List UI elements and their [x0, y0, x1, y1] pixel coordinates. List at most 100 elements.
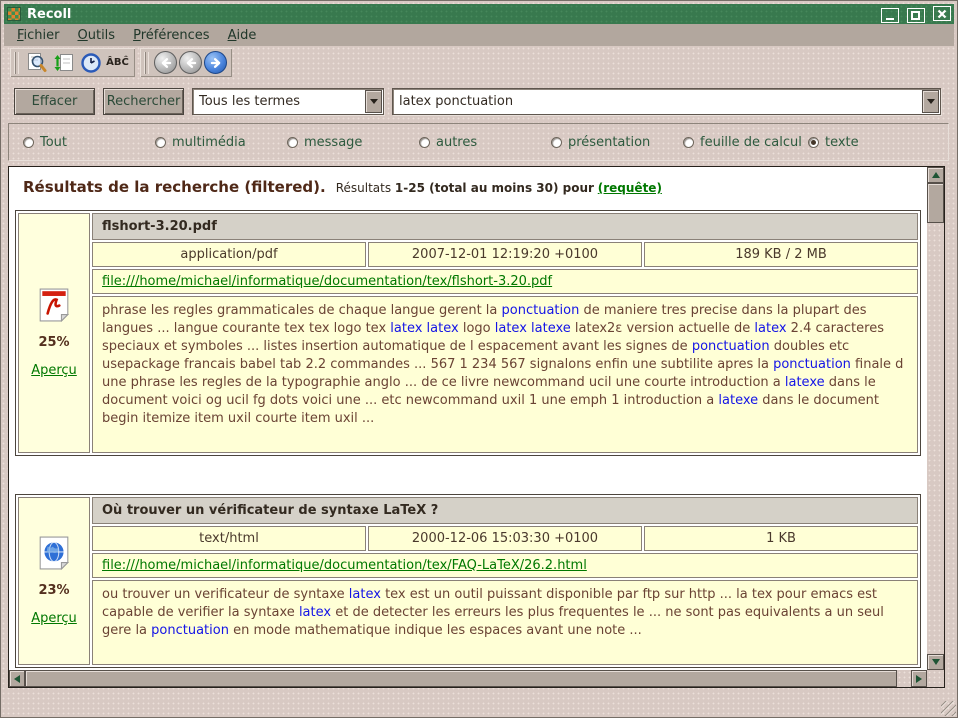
vertical-scrollbar [927, 167, 944, 670]
sort-parameters-button[interactable] [50, 50, 77, 76]
filter-label: Tout [40, 135, 67, 150]
result-snippet: ou trouver un verificateur de syntaxe la… [92, 580, 918, 665]
result-mime-type: text/html [92, 526, 366, 551]
scroll-up-button[interactable] [927, 167, 944, 183]
advanced-search-button[interactable] [23, 50, 50, 76]
document-sort-icon [53, 52, 75, 74]
minimize-button[interactable] [881, 8, 899, 23]
menu-item[interactable]: Outils [69, 26, 125, 45]
close-icon [936, 8, 948, 20]
results-frame: Résultats de la recherche (filtered).Rés… [8, 166, 945, 688]
results-list: 25% Aperçu flshort-3.20.pdf application/… [9, 210, 927, 668]
term-explorer-button[interactable]: ÂBĈ [104, 50, 131, 76]
radio-icon [287, 137, 298, 148]
result-date: 2000-12-06 15:03:30 +0100 [368, 526, 642, 551]
results-summary-prefix: Résultats [336, 181, 391, 195]
search-mode-value: Tous les termes [193, 94, 364, 109]
results-range: 1-25 (total au moins 30) pour [395, 181, 594, 195]
close-button[interactable] [933, 6, 951, 21]
filter-radio[interactable]: texte [808, 135, 859, 150]
toolbar-handle[interactable] [14, 52, 19, 74]
result-url-link[interactable]: file:///home/michael/informatique/docume… [102, 274, 552, 289]
chevron-down-icon [927, 99, 935, 104]
filter-radio[interactable]: autres [419, 135, 551, 150]
radio-icon [808, 137, 819, 148]
clear-button[interactable]: Effacer [14, 88, 95, 115]
menu-label: ide [236, 28, 256, 43]
filter-bar: Tout multimédia message autres présentat… [8, 123, 949, 161]
preview-link[interactable]: Aperçu [31, 611, 77, 626]
filter-radio[interactable]: multimédia [155, 135, 287, 150]
search-input[interactable] [393, 94, 921, 109]
filter-radio[interactable]: feuille de calcul [683, 135, 808, 150]
result-item: 25% Aperçu flshort-3.20.pdf application/… [15, 210, 921, 456]
query-link[interactable]: (requête) [598, 181, 662, 195]
next-page-button[interactable] [204, 51, 227, 74]
filter-radio[interactable]: présentation [551, 135, 683, 150]
filter-label: autres [436, 135, 477, 150]
menu-item[interactable]: Préférences [124, 26, 218, 45]
maximize-button[interactable] [907, 8, 925, 23]
horizontal-scroll-thumb[interactable] [25, 670, 897, 687]
result-meta-row: text/html 2000-12-06 15:03:30 +0100 1 KB [92, 526, 918, 551]
scroll-right-button[interactable] [911, 670, 927, 687]
menu-label: références [141, 28, 210, 43]
menu-item[interactable]: Fichier [8, 26, 69, 45]
scroll-left-button[interactable] [9, 670, 25, 687]
result-date: 2007-12-01 12:19:20 +0100 [368, 242, 642, 267]
scroll-down-button[interactable] [927, 654, 944, 670]
pdf-file-icon [39, 288, 69, 322]
result-title: Où trouver un vérificateur de syntaxe La… [92, 497, 918, 524]
vertical-scroll-track[interactable] [927, 223, 944, 654]
filter-label: présentation [568, 135, 650, 150]
radio-icon [155, 137, 166, 148]
radio-icon [683, 137, 694, 148]
filter-radio[interactable]: Tout [23, 135, 155, 150]
radio-icon [419, 137, 430, 148]
search-mode-select[interactable]: Tous les termes [192, 88, 384, 115]
resize-grip[interactable] [941, 701, 956, 716]
query-combo [392, 88, 941, 115]
menu-bar: Fichier Outils Préférences Aide [4, 24, 954, 46]
arrow-right-icon [207, 54, 225, 72]
previous-page-button[interactable] [179, 51, 202, 74]
arrow-left-icon [182, 54, 200, 72]
recoll-app-icon [7, 7, 21, 21]
query-dropdown-button[interactable] [922, 90, 939, 113]
horizontal-scroll-track[interactable] [897, 670, 911, 687]
arrow-left-icon [14, 675, 20, 683]
chevron-down-icon [370, 99, 378, 104]
menu-label: utils [88, 28, 115, 43]
radio-icon [23, 137, 34, 148]
results-summary: Résultats 1-25 (total au moins 30) pour … [336, 181, 662, 195]
search-button[interactable]: Rechercher [103, 88, 184, 115]
result-url-row: file:///home/michael/informatique/docume… [92, 269, 918, 294]
results-area: Résultats de la recherche (filtered).Rés… [9, 167, 927, 670]
toolbar-group-navigation [140, 48, 232, 77]
document-history-button[interactable] [77, 50, 104, 76]
menu-accel: O [78, 28, 88, 43]
result-url-link[interactable]: file:///home/michael/informatique/docume… [102, 558, 587, 573]
recoll-window: Recoll Fichier Outils Préférences Aide [0, 0, 958, 718]
preview-link[interactable]: Aperçu [31, 363, 77, 378]
toolbar: ÂBĈ [4, 46, 954, 79]
result-url-row: file:///home/michael/informatique/docume… [92, 553, 918, 578]
toolbar-handle[interactable] [144, 52, 149, 74]
menu-item[interactable]: Aide [219, 26, 266, 45]
minimize-icon [886, 18, 894, 20]
result-item: 23% Aperçu Où trouver un vérificateur de… [15, 494, 921, 668]
result-title: flshort-3.20.pdf [92, 213, 918, 240]
first-page-button[interactable] [154, 51, 177, 74]
vertical-scroll-thumb[interactable] [927, 183, 944, 223]
title-bar: Recoll [4, 4, 954, 24]
menu-accel: P [133, 28, 141, 43]
horizontal-scrollbar [9, 670, 927, 687]
html-file-icon [39, 536, 69, 570]
menu-label: ichier [24, 28, 60, 43]
relevance-percent: 25% [38, 335, 69, 350]
filter-label: multimédia [172, 135, 246, 150]
mode-dropdown-button[interactable] [365, 90, 382, 113]
filter-radio[interactable]: message [287, 135, 419, 150]
status-bar [4, 688, 954, 714]
relevance-percent: 23% [38, 583, 69, 598]
